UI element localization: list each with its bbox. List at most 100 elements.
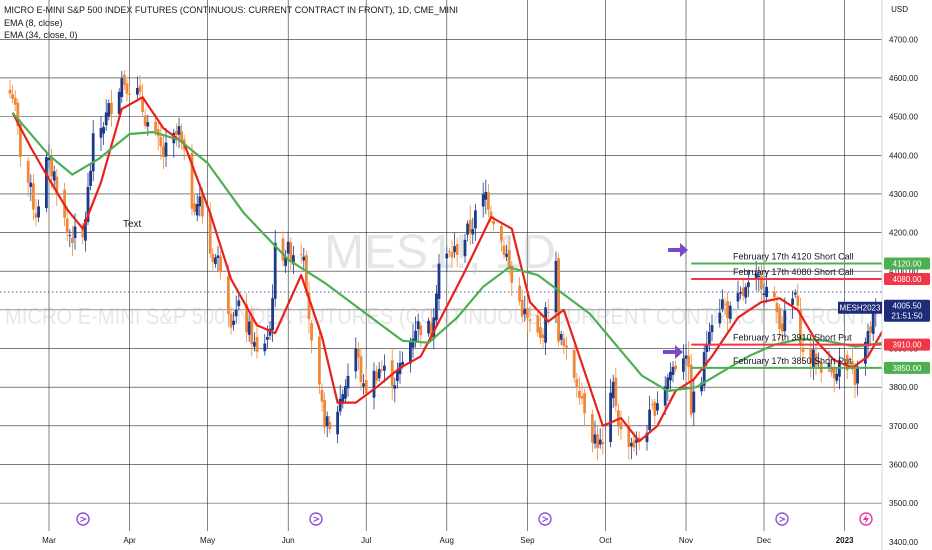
- candle-bull: [409, 341, 412, 364]
- candle-bear: [565, 345, 568, 348]
- candle-bull: [336, 411, 339, 435]
- candle-bull: [136, 87, 139, 95]
- candle-bear: [775, 303, 779, 313]
- candle-bear: [650, 404, 654, 406]
- candle-bull: [445, 253, 449, 259]
- candle-bull: [286, 241, 290, 254]
- candle-bear: [832, 368, 836, 379]
- candle-bull: [383, 365, 386, 371]
- candle-bull: [692, 391, 696, 413]
- candle-bear: [71, 237, 74, 243]
- candle-bull: [793, 292, 797, 295]
- annotation-text[interactable]: Text: [123, 219, 142, 230]
- candle-bear: [536, 315, 540, 333]
- candle-bear: [11, 94, 14, 99]
- chart-legend: MICRO E-MINI S&P 500 INDEX FUTURES (CONT…: [4, 4, 458, 42]
- candle-bull: [102, 127, 105, 134]
- candle-bull: [273, 242, 277, 299]
- candle-bear: [723, 303, 727, 305]
- candle-bull: [656, 403, 659, 411]
- candle-bear: [419, 325, 423, 336]
- event-marker-icon[interactable]: [538, 512, 552, 526]
- option-level-label: February 17th 4120 Short Call: [733, 251, 854, 261]
- candle-bull: [710, 325, 714, 333]
- price-tag-label: 3850.00: [893, 364, 922, 373]
- candle-bear: [323, 400, 326, 428]
- candle-bull: [247, 321, 251, 335]
- candle-bull: [107, 103, 111, 117]
- candle-bull: [669, 371, 672, 381]
- candle-bull: [99, 128, 103, 138]
- y-tick-label: 3700.00: [889, 422, 918, 431]
- x-axis: Mar Apr May Jun Jul Aug Sep Oct Nov Dec 2023: [0, 531, 882, 550]
- candle-bull: [783, 310, 787, 332]
- candle-bull: [216, 255, 220, 258]
- candle-bear: [32, 183, 35, 210]
- candle-bull: [871, 313, 875, 334]
- candle-bull: [362, 383, 365, 387]
- x-tick-label: Mar: [42, 536, 56, 545]
- candle-bull: [68, 235, 72, 237]
- candle-bear: [448, 251, 451, 253]
- candle-bear: [455, 244, 459, 255]
- candle-bear: [123, 74, 126, 85]
- candle-bear: [572, 350, 576, 378]
- option-level-label: February 17th 4080 Short Call: [733, 267, 854, 277]
- candle-bear: [227, 276, 230, 315]
- candle-bull: [435, 293, 438, 321]
- candle-bull: [630, 443, 633, 447]
- y-tick-label: 3600.00: [889, 460, 918, 469]
- candle-bull: [354, 348, 358, 372]
- candle-bear: [125, 83, 129, 94]
- current-price-label: 4005.50: [893, 302, 922, 311]
- candle-bull: [393, 385, 397, 389]
- candle-bull: [45, 157, 48, 209]
- event-marker-icon[interactable]: [76, 512, 90, 526]
- candle-bull: [195, 204, 199, 216]
- event-marker-icon[interactable]: [309, 512, 323, 526]
- candle-bear: [580, 395, 584, 399]
- candle-bear: [741, 287, 745, 296]
- candle-bull: [416, 321, 420, 330]
- candle-bull: [377, 368, 381, 379]
- candle-bear: [780, 323, 784, 332]
- candle-bear: [500, 226, 503, 241]
- candle-bull: [411, 338, 415, 348]
- candle-bear: [591, 414, 594, 443]
- candle-bull: [463, 239, 467, 257]
- y-tick-label: 4600.00: [889, 74, 918, 83]
- candle-bear: [575, 379, 579, 388]
- candle-bull: [744, 286, 748, 298]
- candle-bear: [726, 300, 729, 319]
- candle-bull: [666, 377, 670, 389]
- x-tick-label: Jun: [282, 536, 295, 545]
- candle-bear: [154, 121, 157, 132]
- candle-bull: [544, 307, 547, 343]
- event-marker-icon[interactable]: [775, 512, 789, 526]
- candle-bull: [671, 366, 675, 375]
- candle-bear: [375, 371, 378, 381]
- candle-bear: [8, 89, 12, 94]
- candle-bull: [708, 331, 711, 346]
- chart-canvas[interactable]: MES1!, 1D MICRO E-MINI S&P 500 INDEX FUT…: [0, 0, 932, 550]
- candle-bull: [232, 320, 235, 325]
- candle-bear: [487, 192, 490, 210]
- candle-bear: [328, 421, 332, 430]
- candle-bull: [471, 229, 475, 235]
- candle-bear: [632, 440, 636, 448]
- candle-bull: [765, 286, 768, 298]
- candle-bull: [718, 312, 722, 324]
- symbol-tag-label: MESH2023: [840, 304, 881, 313]
- candle-bear: [507, 249, 511, 268]
- candle-bear: [193, 203, 196, 212]
- x-tick-label: May: [200, 536, 215, 545]
- candle-bull: [325, 416, 329, 427]
- candle-bull: [346, 375, 350, 389]
- y-tick-label: 3400.00: [889, 538, 918, 547]
- x-tick-label: Oct: [599, 536, 612, 545]
- candle-bull: [484, 191, 488, 200]
- candle-bull: [104, 112, 108, 126]
- candle-bull: [453, 246, 456, 253]
- current-time-label: 21:51:50: [891, 312, 923, 321]
- candle-bear: [518, 285, 521, 302]
